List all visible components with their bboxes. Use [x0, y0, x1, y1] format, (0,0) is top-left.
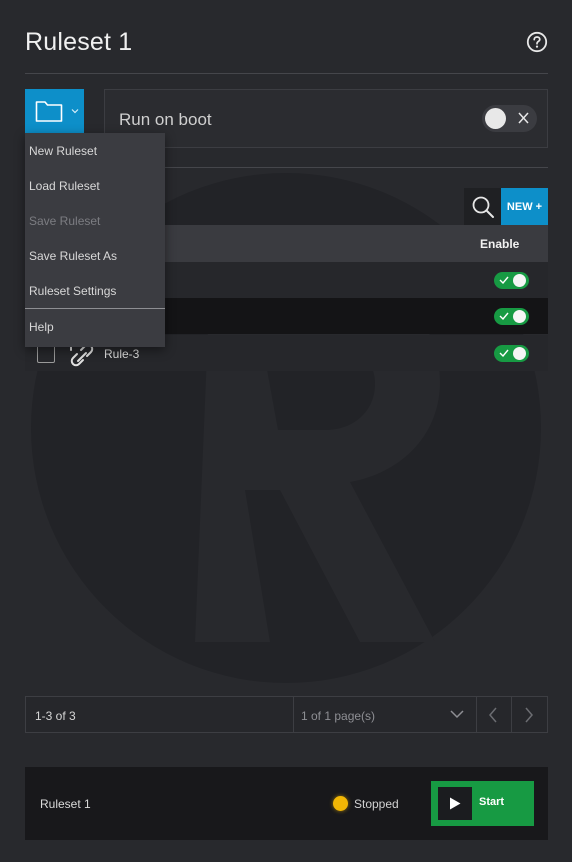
rule-enable-toggle[interactable]	[494, 272, 529, 289]
search-icon	[472, 196, 494, 218]
menu-divider	[25, 308, 165, 309]
run-on-boot-label: Run on boot	[119, 110, 212, 129]
check-icon	[499, 312, 509, 320]
close-icon	[518, 112, 529, 124]
check-icon	[499, 276, 509, 284]
folder-icon	[35, 101, 63, 122]
file-dropdown-menu: New Ruleset Load Ruleset Save Ruleset Sa…	[25, 133, 165, 347]
start-button-label: Start	[479, 796, 505, 808]
toggle-knob	[513, 274, 526, 287]
toggle-knob	[513, 347, 526, 360]
toggle-knob	[513, 310, 526, 323]
check-icon	[499, 349, 509, 357]
menu-item-help[interactable]: Help	[29, 320, 54, 334]
menu-item-new-ruleset[interactable]: New Ruleset	[29, 144, 97, 158]
search-button[interactable]	[464, 188, 501, 225]
row-checkbox[interactable]	[37, 345, 55, 363]
run-on-boot-toggle[interactable]	[482, 105, 537, 132]
play-icon-box	[438, 787, 472, 820]
chevron-down-icon[interactable]	[450, 709, 464, 719]
rule-name: Rule-3	[104, 347, 140, 361]
rule-enable-toggle[interactable]	[494, 345, 529, 362]
pagination-divider	[476, 697, 477, 732]
play-icon	[450, 797, 461, 810]
status-text: Stopped	[354, 797, 399, 811]
run-on-boot-panel: Run on boot	[104, 89, 548, 148]
menu-item-ruleset-settings[interactable]: Ruleset Settings	[29, 284, 116, 298]
toggle-knob	[485, 108, 506, 129]
help-circle-icon	[526, 31, 548, 53]
rule-enable-toggle[interactable]	[494, 308, 529, 325]
help-button[interactable]	[526, 31, 548, 53]
pagination-count: 1-3 of 3	[35, 709, 76, 723]
header-divider	[25, 73, 548, 74]
menu-item-load-ruleset[interactable]: Load Ruleset	[29, 179, 100, 193]
new-rule-button[interactable]: NEW +	[501, 188, 548, 225]
menu-item-save-ruleset: Save Ruleset	[29, 214, 101, 228]
file-menu-button[interactable]	[25, 89, 84, 133]
page-title: Ruleset 1	[25, 28, 133, 56]
pagination-divider	[511, 697, 512, 732]
page-select[interactable]: 1 of 1 page(s)	[301, 709, 375, 723]
status-indicator	[333, 796, 348, 811]
chevron-down-icon	[71, 109, 79, 114]
footer-ruleset-name: Ruleset 1	[40, 797, 91, 811]
chevron-right-icon[interactable]	[524, 707, 534, 723]
status-footer: Ruleset 1 Stopped Start	[25, 767, 548, 840]
menu-item-save-ruleset-as[interactable]: Save Ruleset As	[29, 249, 117, 263]
pagination-divider	[293, 697, 294, 732]
column-header-enable: Enable	[480, 237, 520, 251]
start-button[interactable]: Start	[431, 781, 534, 826]
pagination-bar: 1-3 of 3 1 of 1 page(s)	[25, 696, 548, 733]
chevron-left-icon[interactable]	[488, 707, 498, 723]
